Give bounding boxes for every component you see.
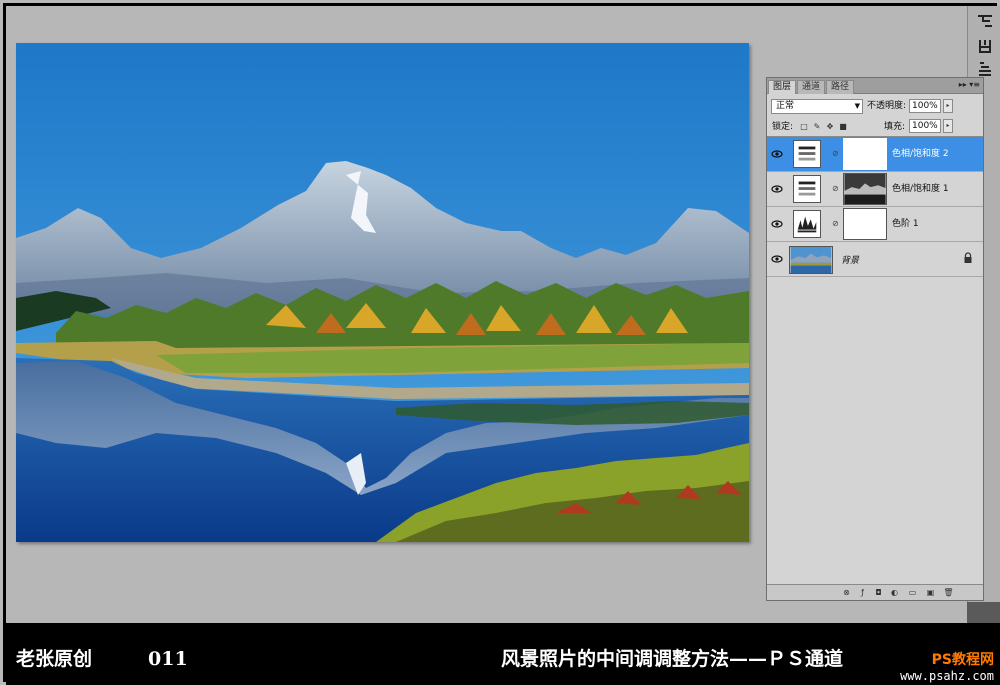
history-icon[interactable]: [975, 12, 995, 30]
photoshop-workspace: 图层 通道 路径 ▸▸ ▾≡ 正常 ▼ 不透明度: 100% ▸ 锁定: □ ✎…: [6, 6, 1000, 623]
lock-all-icon[interactable]: ■: [838, 122, 848, 132]
blend-mode-select[interactable]: 正常 ▼: [771, 99, 863, 114]
mask-link-icon[interactable]: ⊘: [832, 218, 839, 230]
chevron-down-icon: ▼: [854, 102, 860, 110]
layer-row-background[interactable]: 背景: [767, 242, 983, 277]
visibility-eye-icon[interactable]: [771, 183, 783, 195]
brush-preset-icon[interactable]: [975, 37, 995, 55]
adjustment-layer-icon[interactable]: ◐: [889, 587, 900, 598]
opacity-input[interactable]: 100%: [909, 99, 941, 113]
fill-label: 填充:: [884, 122, 906, 132]
watermark-url: www.psahz.com: [900, 669, 994, 683]
visibility-eye-icon[interactable]: [771, 148, 783, 160]
levels-adjustment-icon: [793, 210, 821, 238]
blend-mode-value: 正常: [776, 101, 795, 111]
panel-tab-bar: 图层 通道 路径 ▸▸ ▾≡: [767, 78, 983, 94]
mask-link-icon[interactable]: ⊘: [832, 183, 839, 195]
caption-title: 风景照片的中间调调整方法——ＰＳ通道: [501, 648, 844, 670]
tab-paths[interactable]: 路径: [826, 80, 855, 94]
layer-name[interactable]: 色相/饱和度 2: [892, 148, 949, 160]
visibility-eye-icon[interactable]: [771, 253, 783, 265]
layer-mask-thumbnail[interactable]: [843, 208, 887, 240]
visibility-eye-icon[interactable]: [771, 218, 783, 230]
watermark-site-name: PS教程网: [931, 652, 994, 668]
add-mask-icon[interactable]: ◘: [873, 587, 884, 598]
layer-name[interactable]: 色阶 1: [892, 218, 919, 230]
caption-bar: 老张原创 011 风景照片的中间调调整方法——ＰＳ通道 PS教程网 www.ps…: [6, 623, 1000, 685]
lock-icon: [964, 252, 972, 263]
layer-name[interactable]: 背景: [841, 253, 859, 266]
lock-position-icon[interactable]: ✥: [825, 122, 835, 132]
fill-slider-button[interactable]: ▸: [943, 119, 953, 133]
hue-saturation-adjustment-icon: [793, 140, 821, 168]
background-layer-thumbnail: [789, 246, 833, 274]
opacity-label: 不透明度:: [867, 101, 907, 111]
opacity-slider-button[interactable]: ▸: [943, 99, 953, 113]
link-layers-icon[interactable]: ⊗: [841, 587, 852, 598]
layer-mask-thumbnail[interactable]: [843, 138, 887, 170]
layer-row-hue-saturation-1[interactable]: ⊘ 色相/饱和度 1: [767, 172, 983, 207]
layer-row-levels-1[interactable]: ⊘ 色阶 1: [767, 207, 983, 242]
tab-channels[interactable]: 通道: [797, 80, 826, 94]
panel-footer: ⊗ ƒ ◘ ◐ ▭ ▣ 🗑: [767, 584, 983, 600]
layer-name[interactable]: 色相/饱和度 1: [892, 183, 949, 195]
new-layer-icon[interactable]: ▣: [925, 587, 936, 598]
site-watermark: PS教程网 www.psahz.com: [900, 649, 994, 683]
caption-number: 011: [148, 648, 188, 670]
lock-transparent-icon[interactable]: □: [799, 122, 809, 132]
lock-pixels-icon[interactable]: ✎: [812, 122, 822, 132]
lock-label: 锁定:: [772, 122, 794, 132]
delete-layer-icon[interactable]: 🗑: [943, 587, 954, 598]
new-group-icon[interactable]: ▭: [907, 587, 918, 598]
layers-panel: 图层 通道 路径 ▸▸ ▾≡ 正常 ▼ 不透明度: 100% ▸ 锁定: □ ✎…: [766, 77, 984, 601]
layer-style-icon[interactable]: ƒ: [857, 587, 868, 598]
layer-mask-thumbnail[interactable]: [843, 173, 887, 205]
mask-link-icon[interactable]: ⊘: [832, 148, 839, 160]
hue-saturation-adjustment-icon: [793, 175, 821, 203]
layer-row-hue-saturation-2[interactable]: ⊘ 色相/饱和度 2: [767, 137, 983, 172]
dock-scrollbar[interactable]: [967, 602, 1000, 623]
layer-list: ⊘ 色相/饱和度 2 ⊘ 色相/饱和度 1 ⊘ 色阶 1 背景: [767, 136, 983, 586]
landscape-photo: [16, 43, 749, 542]
tab-layers[interactable]: 图层: [768, 80, 797, 94]
fill-input[interactable]: 100%: [909, 119, 941, 133]
caption-author: 老张原创: [16, 648, 93, 670]
panel-menu-icon[interactable]: ▸▸ ▾≡: [959, 80, 980, 89]
window-frame: 图层 通道 路径 ▸▸ ▾≡ 正常 ▼ 不透明度: 100% ▸ 锁定: □ ✎…: [0, 0, 1000, 685]
document-canvas[interactable]: [16, 43, 749, 542]
